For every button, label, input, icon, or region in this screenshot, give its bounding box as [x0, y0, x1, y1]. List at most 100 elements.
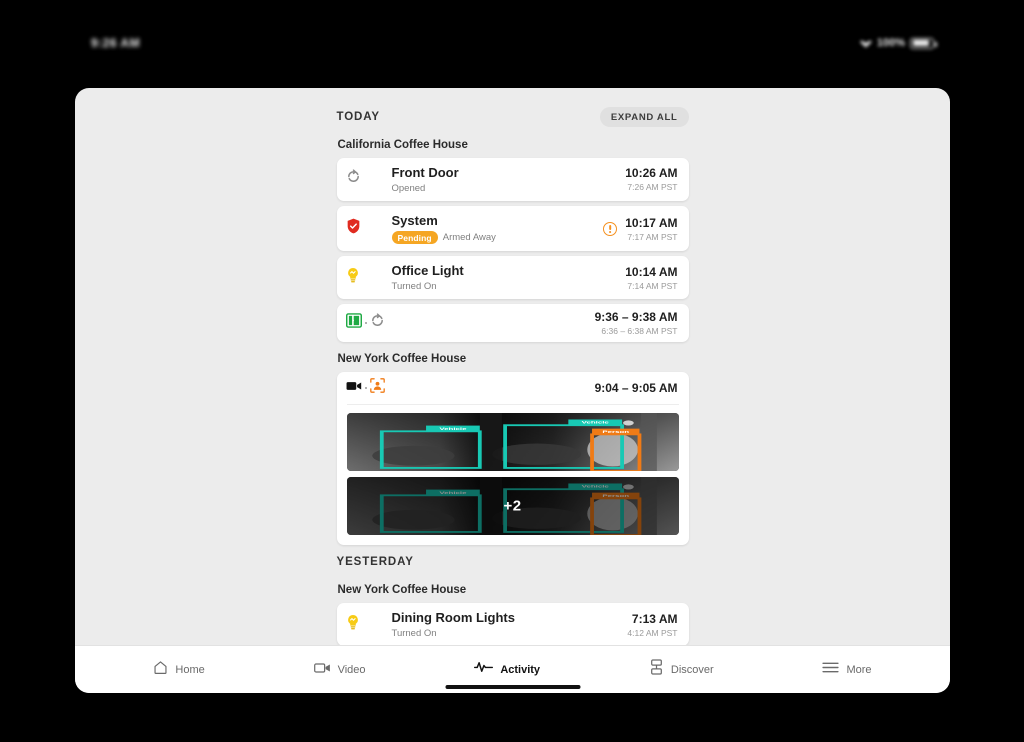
- home-icon: [153, 660, 168, 680]
- event-icon-group: [346, 218, 384, 239]
- alert-exclamation-icon: [603, 221, 618, 236]
- event-time-stack: 10:17 AM 7:17 AM PST: [625, 216, 677, 242]
- event-status-text: Opened: [391, 182, 426, 194]
- pulse-icon: [474, 660, 494, 679]
- person-detect-orange-icon: [369, 378, 385, 398]
- activity-event-row[interactable]: Front Door Opened 10:26 AM 7:26 AM PST: [337, 158, 689, 201]
- event-icon-group: [345, 313, 384, 333]
- activity-event-card[interactable]: Front Door Opened 10:26 AM 7:26 AM PST: [336, 158, 689, 201]
- event-status-line: Opened: [392, 183, 618, 194]
- tab-label: Home: [175, 663, 205, 676]
- event-device-name: Front Door: [391, 165, 459, 180]
- status-bar-time: 9:26 AM: [91, 36, 141, 50]
- battery-icon: [910, 37, 937, 49]
- day-title: YESTERDAY: [336, 556, 414, 569]
- door-sensor-gray-icon: [346, 169, 361, 189]
- event-time-primary: 10:17 AM: [625, 215, 678, 230]
- home-indicator: [445, 685, 580, 689]
- expand-all-button[interactable]: EXPAND ALL: [599, 107, 689, 127]
- event-device-name: Office Light: [391, 263, 464, 279]
- svg-text:Person: Person: [602, 430, 629, 434]
- activity-event-row[interactable]: System Pending Armed Away 10:17 AM 7:17 AM P…: [337, 206, 689, 251]
- battery-percent-label: 100%: [876, 37, 905, 49]
- camera-thumbnail[interactable]: Vehicle Vehicle Person +2: [346, 477, 679, 536]
- event-time-primary: 10:26 AM: [625, 166, 678, 181]
- tab-activity[interactable]: Activity: [466, 656, 548, 683]
- event-status-text: Turned On: [391, 627, 437, 639]
- icon-separator-dot: [364, 387, 367, 390]
- camera-thumbnail[interactable]: Vehicle Vehicle Person: [346, 413, 679, 472]
- activity-event-row[interactable]: 9:36 – 9:38 AM 6:36 – 6:38 AM PST: [337, 304, 689, 342]
- svg-text:Vehicle: Vehicle: [439, 427, 467, 431]
- event-time-secondary: 6:36 – 6:38 AM PST: [601, 326, 678, 337]
- hamburger-icon: [822, 661, 840, 679]
- activity-event-card[interactable]: Dining Room Lights Turned On 7:13 AM 4:12 A…: [336, 603, 689, 645]
- camcorder-black-icon: [346, 379, 362, 397]
- tab-label: More: [846, 663, 872, 676]
- event-time-group: 10:26 AM 7:26 AM PST: [625, 166, 677, 192]
- tab-label: Activity: [500, 663, 541, 676]
- event-body: System Pending Armed Away: [391, 212, 596, 245]
- activity-event-card[interactable]: 9:04 – 9:05 AM Vehicle Vehicle Person Ve…: [336, 372, 689, 546]
- tab-label: Discover: [670, 663, 714, 676]
- tab-home[interactable]: Home: [145, 656, 212, 684]
- event-status-text: Turned On: [391, 281, 437, 293]
- event-time-primary: 9:36 – 9:38 AM: [594, 310, 678, 325]
- event-time-group: 10:14 AM 7:14 AM PST: [625, 265, 677, 291]
- event-status-line: Pending Armed Away: [391, 230, 596, 245]
- event-time-group: 10:17 AM 7:17 AM PST: [603, 216, 678, 242]
- contact-sensor-green-icon: [345, 313, 362, 333]
- tab-video[interactable]: Video: [306, 657, 374, 683]
- discover-icon: [649, 659, 664, 680]
- event-status-text: Armed Away: [442, 231, 496, 243]
- event-time-group: 9:36 – 9:38 AM 6:36 – 6:38 AM PST: [595, 310, 678, 336]
- activity-feed: TODAY EXPAND ALL California Coffee House F…: [336, 88, 689, 645]
- location-title: New York Coffee House: [337, 353, 467, 366]
- event-icon-group: [346, 267, 384, 289]
- event-icon-group: [346, 169, 384, 189]
- activity-event-row[interactable]: Dining Room Lights Turned On 7:13 AM 4:12 A…: [337, 603, 689, 645]
- thumbnail-divider: [346, 404, 679, 406]
- day-header: YESTERDAY: [337, 550, 689, 574]
- event-time-primary: 9:04 – 9:05 AM: [594, 381, 678, 396]
- event-device-name: System: [391, 212, 438, 228]
- tab-label: Video: [337, 663, 366, 676]
- location-title: New York Coffee House: [337, 584, 467, 597]
- tab-more[interactable]: More: [814, 657, 879, 683]
- more-clips-count: +2: [503, 497, 522, 515]
- tab-discover[interactable]: Discover: [641, 655, 722, 684]
- lightbulb-yellow-icon: [346, 267, 360, 289]
- event-status-line: Turned On: [392, 628, 620, 639]
- event-body: Dining Room Lights Turned On: [392, 610, 620, 639]
- activity-event-card[interactable]: System Pending Armed Away 10:17 AM 7:17 AM P…: [336, 205, 689, 252]
- bottom-tab-bar: Home Video Activity Discover More: [75, 645, 950, 693]
- camera-thumbnail-list: Vehicle Vehicle Person Vehicle Vehicle P…: [337, 413, 689, 545]
- event-time-primary: 10:14 AM: [625, 264, 678, 279]
- activity-event-row[interactable]: 9:04 – 9:05 AM: [337, 372, 689, 404]
- day-header: TODAY EXPAND ALL: [337, 105, 689, 129]
- activity-event-row[interactable]: Office Light Turned On 10:14 AM 7:14 AM PST: [337, 256, 689, 299]
- event-time-primary: 7:13 AM: [631, 611, 678, 626]
- event-time-group: 7:13 AM 4:12 AM PST: [627, 612, 677, 638]
- activity-event-card[interactable]: Office Light Turned On 10:14 AM 7:14 AM PST: [336, 256, 689, 300]
- day-title: TODAY: [336, 111, 380, 123]
- event-status-line: Turned On: [392, 281, 618, 292]
- svg-text:Vehicle: Vehicle: [581, 421, 609, 425]
- lightbulb-yellow-icon: [346, 614, 360, 636]
- event-time-secondary: 7:17 AM PST: [627, 231, 678, 242]
- event-time-stack: 9:04 – 9:05 AM: [595, 381, 678, 395]
- event-body: Office Light Turned On: [392, 263, 618, 292]
- icon-separator-dot: [364, 322, 367, 325]
- shield-check-red-icon: [346, 218, 361, 239]
- event-time-group: 9:04 – 9:05 AM: [595, 381, 678, 395]
- event-body: Front Door Opened: [392, 165, 618, 194]
- activity-feed-scroll[interactable]: TODAY EXPAND ALL California Coffee House F…: [75, 88, 950, 645]
- event-time-stack: 7:13 AM 4:12 AM PST: [627, 612, 677, 638]
- event-time-stack: 10:26 AM 7:26 AM PST: [625, 166, 677, 192]
- activity-event-card[interactable]: 9:36 – 9:38 AM 6:36 – 6:38 AM PST: [336, 304, 689, 343]
- status-bar: 9:26 AM 100%: [75, 30, 950, 56]
- event-time-stack: 9:36 – 9:38 AM 6:36 – 6:38 AM PST: [595, 310, 678, 336]
- event-icon-group: [346, 614, 384, 636]
- event-time-secondary: 7:14 AM PST: [627, 280, 678, 291]
- event-time-secondary: 7:26 AM PST: [627, 182, 678, 193]
